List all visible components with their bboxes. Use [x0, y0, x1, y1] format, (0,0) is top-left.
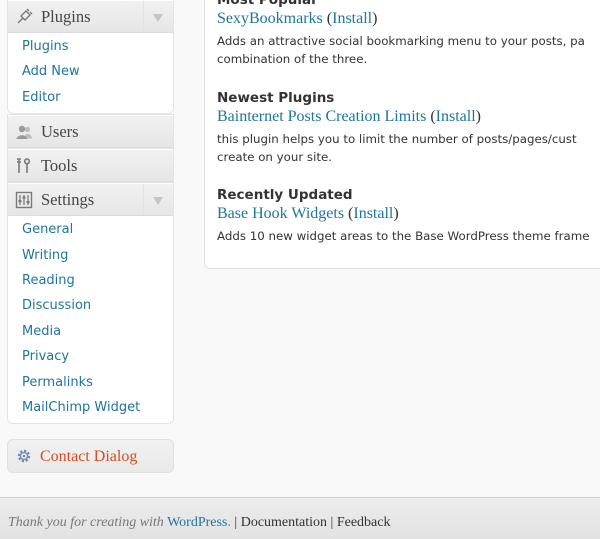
menu-group-tools: Tools — [7, 149, 174, 184]
install-link[interactable]: Install — [436, 108, 476, 125]
footer-wordpress-link[interactable]: WordPress — [167, 515, 227, 530]
submenu-item-mailchimp-widget[interactable]: MailChimp Widget — [8, 395, 173, 420]
chevron-down-icon — [153, 14, 163, 22]
menu-plugins[interactable]: Plugins — [8, 0, 173, 33]
submenu-item-add-new[interactable]: Add New — [8, 59, 173, 84]
chevron-down-icon — [153, 197, 163, 206]
menu-settings[interactable]: Settings — [8, 183, 173, 217]
menu-settings-toggle[interactable] — [143, 184, 173, 216]
footer-separator: | — [230, 515, 241, 530]
plugin-description: Adds 10 new widget areas to the Base Wor… — [217, 229, 590, 243]
menu-group-users: Users — [7, 114, 174, 150]
plugin-description-cont: combination of the three. — [217, 52, 368, 66]
plugin-description: Adds an attractive social bookmarking me… — [217, 34, 585, 48]
submenu-item-discussion[interactable]: Discussion — [8, 293, 173, 318]
section-heading: Newest Plugins — [217, 90, 335, 106]
section-newest-plugins: Newest Plugins Bainternet Posts Creation… — [217, 90, 600, 166]
tools-icon — [17, 158, 31, 174]
admin-footer: Thank you for creating with WordPress. |… — [0, 497, 600, 539]
menu-plugins-toggle[interactable] — [143, 1, 173, 32]
section-heading: Recently Updated — [217, 187, 353, 203]
footer-thanks-text: Thank you for creating with — [8, 515, 164, 530]
users-icon — [16, 125, 32, 140]
plugin-description: this plugin helps you to limit the numbe… — [217, 132, 577, 146]
plugin-description-cont: create on your site. — [217, 150, 332, 164]
section-recently-updated: Recently Updated Base Hook Widgets (Inst… — [217, 187, 600, 245]
settings-icon — [15, 191, 33, 209]
menu-group-settings: Settings General Writing Reading Discuss… — [7, 183, 174, 425]
submenu-item-reading[interactable]: Reading — [8, 268, 173, 293]
footer-feedback-link[interactable]: Feedback — [337, 515, 391, 530]
install-link[interactable]: Install — [332, 10, 372, 27]
footer-documentation-link[interactable]: Documentation — [241, 515, 327, 530]
section-heading: Most Popular — [217, 0, 318, 8]
menu-tools[interactable]: Tools — [8, 149, 173, 183]
plugin-link-base-hook-widgets[interactable]: Base Hook Widgets — [217, 205, 344, 222]
menu-tools-label: Tools — [41, 156, 78, 176]
submenu-item-general[interactable]: General — [8, 217, 173, 242]
menu-contact-dialog-label: Contact Dialog — [40, 448, 138, 465]
section-most-popular: Most Popular SexyBookmarks (Install) Add… — [217, 0, 600, 68]
settings-submenu: General Writing Reading Discussion Media… — [8, 216, 173, 424]
plugins-submenu: Plugins Add New Editor — [8, 33, 173, 114]
submenu-item-writing[interactable]: Writing — [8, 243, 173, 268]
submenu-item-plugins[interactable]: Plugins — [8, 34, 173, 59]
menu-users-label: Users — [41, 122, 79, 142]
submenu-item-editor[interactable]: Editor — [8, 85, 173, 110]
submenu-item-privacy[interactable]: Privacy — [8, 344, 173, 369]
menu-contact-dialog[interactable]: Contact Dialog — [7, 439, 174, 473]
admin-menu: Plugins Plugins Add New Editor Users Too… — [7, 0, 174, 425]
footer-separator: | — [327, 515, 337, 530]
plugin-link-bainternet[interactable]: Bainternet Posts Creation Limits — [217, 108, 426, 125]
install-link[interactable]: Install — [353, 205, 393, 222]
menu-settings-label: Settings — [41, 190, 95, 210]
menu-group-plugins: Plugins Plugins Add New Editor — [7, 0, 174, 115]
plugin-link-sexybookmarks[interactable]: SexyBookmarks — [217, 10, 323, 27]
gear-icon — [17, 449, 31, 463]
menu-plugins-label: Plugins — [41, 7, 91, 26]
menu-users[interactable]: Users — [8, 115, 173, 149]
plugin-icon — [17, 8, 33, 24]
submenu-item-media[interactable]: Media — [8, 319, 173, 344]
submenu-item-permalinks[interactable]: Permalinks — [8, 370, 173, 395]
